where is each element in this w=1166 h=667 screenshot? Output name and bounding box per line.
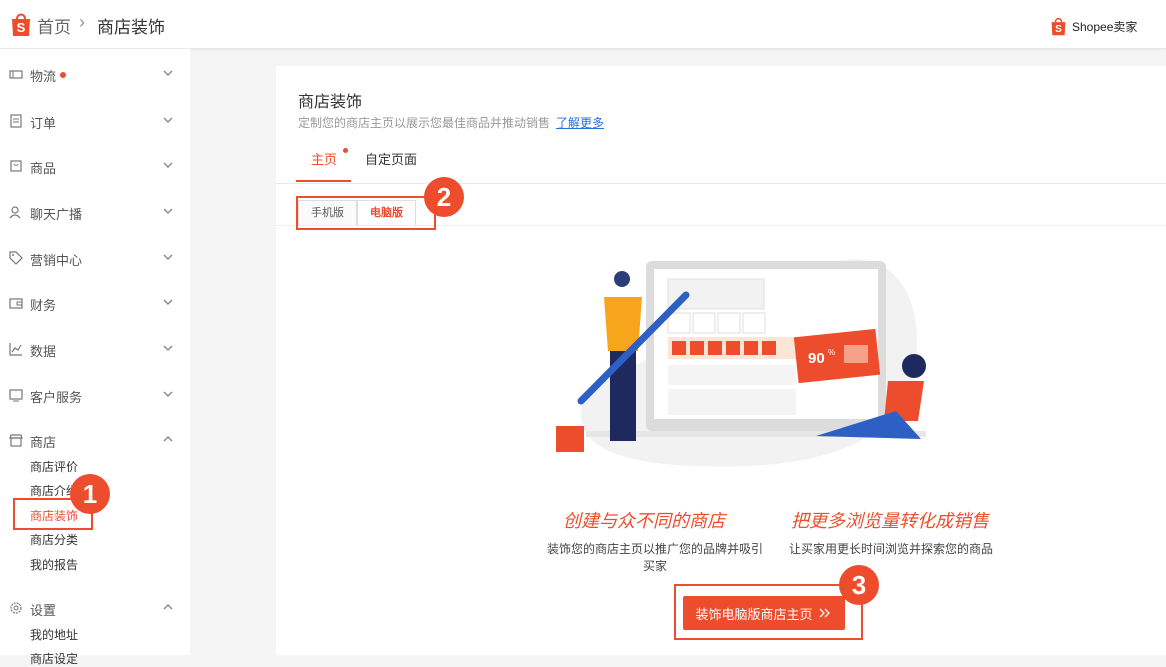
feature-desc-line: 装饰您的商店主页以推广您的品牌并吸引 — [546, 542, 763, 556]
truck-icon — [9, 70, 23, 79]
sidebar-subitem-shop-settings[interactable]: 商店设定 — [30, 650, 78, 667]
svg-text:S: S — [17, 20, 26, 35]
sidebar-item-products[interactable]: 商品 — [0, 155, 190, 179]
chevron-down-icon — [163, 254, 173, 260]
feature-title-convert-sales: 把更多浏览量转化成销售 — [791, 511, 989, 531]
sidebar-item-label: 设置 — [30, 603, 57, 618]
sidebar-subitem-shop-rating[interactable]: 商店评价 — [30, 458, 78, 475]
sidebar-item-chat-broadcast[interactable]: 聊天广播 — [0, 201, 190, 225]
chart-icon — [9, 343, 22, 356]
sidebar-item-finance[interactable]: 财务 — [0, 292, 190, 316]
step-badge-3: 3 — [839, 565, 879, 605]
feature-desc-line: 买家 — [642, 559, 667, 573]
sidebar-item-label: 订单 — [30, 116, 57, 131]
shop-decoration-illustration: 90 % — [556, 259, 926, 467]
chevron-up-icon — [163, 436, 173, 442]
breadcrumb-home[interactable]: 首页 — [37, 13, 71, 38]
service-icon — [9, 389, 23, 402]
sidebar-item-label: 客户服务 — [30, 390, 83, 405]
seller-name: Shopee卖家 — [1072, 19, 1138, 34]
chat-icon — [9, 206, 21, 219]
sidebar-item-label: 物流 — [30, 69, 57, 84]
discount-unit: % — [828, 348, 835, 357]
highlight-box-2 — [296, 196, 436, 230]
chevron-down-icon — [163, 345, 173, 351]
sidebar-subitem-my-address[interactable]: 我的地址 — [30, 626, 78, 643]
sidebar-item-label: 商品 — [30, 161, 57, 176]
learn-more-link[interactable]: 了解更多 — [556, 116, 604, 130]
chevron-down-icon — [163, 208, 173, 214]
active-tab-indicator — [296, 180, 351, 182]
sidebar-item-marketing[interactable]: 营销中心 — [0, 247, 190, 271]
chevron-down-icon — [163, 299, 173, 305]
step-badge-2: 2 — [424, 177, 464, 217]
notification-dot — [60, 72, 66, 78]
chevron-up-icon — [163, 604, 173, 610]
top-bar: S 首页 › 商店装饰 S Shopee卖家 — [0, 0, 1166, 49]
sidebar-item-customer-service[interactable]: 客户服务 — [0, 384, 190, 408]
sidebar-item-label: 财务 — [30, 298, 57, 313]
feature-title-unique-shop: 创建与众不同的商店 — [563, 511, 725, 531]
product-icon — [10, 160, 22, 172]
sidebar-item-settings[interactable]: 设置 — [0, 597, 190, 621]
description-text: 定制您的商店主页以展示您最佳商品并推动销售 — [298, 116, 551, 130]
shop-decoration-card: 商店装饰 定制您的商店主页以展示您最佳商品并推动销售 了解更多 主页 自定页面 手… — [276, 66, 1166, 655]
tag-icon — [9, 251, 23, 265]
sidebar-item-label: 数据 — [30, 344, 57, 359]
sidebar-subitem-my-report[interactable]: 我的报告 — [30, 556, 78, 573]
notification-dot — [343, 148, 348, 153]
breadcrumb-separator: › — [79, 12, 85, 32]
feature-desc-line: 让买家用更长时间浏览并探索您的商品 — [788, 542, 993, 556]
shopee-logo-icon: S — [1051, 17, 1066, 36]
feature-desc-convert-sales: 让买家用更长时间浏览并探索您的商品 — [771, 541, 1011, 558]
sidebar-item-data[interactable]: 数据 — [0, 338, 190, 362]
sidebar-item-shop[interactable]: 商店 — [0, 429, 190, 453]
svg-text:S: S — [1055, 24, 1062, 35]
order-icon — [10, 114, 22, 128]
sidebar-subitem-shop-category[interactable]: 商店分类 — [30, 531, 78, 548]
page-description: 定制您的商店主页以展示您最佳商品并推动销售 了解更多 — [298, 114, 604, 131]
sidebar-item-label: 商店 — [30, 435, 57, 450]
sidebar-item-label: 营销中心 — [30, 253, 83, 268]
sidebar-item-logistics[interactable]: 物流 — [0, 63, 190, 87]
chevron-down-icon — [163, 70, 173, 76]
sidebar: 物流 订单 商品 聊天广播 营销中心 财务 数据 客户服务 商店 商店评价 商店… — [0, 49, 190, 666]
page-title: 商店装饰 — [298, 94, 363, 111]
tab-custom-page[interactable]: 自定页面 — [365, 149, 417, 168]
wallet-icon — [9, 298, 23, 309]
highlight-box-3 — [674, 584, 863, 640]
tab-bar: 主页 自定页面 — [276, 145, 1166, 184]
feature-desc-unique-shop: 装饰您的商店主页以推广您的品牌并吸引 买家 — [526, 541, 784, 575]
breadcrumb-current: 商店装饰 — [97, 18, 165, 37]
tab-home[interactable]: 主页 — [311, 149, 337, 168]
discount-value: 90 — [808, 350, 825, 367]
seller-account[interactable]: S Shopee卖家 — [1050, 16, 1137, 36]
sidebar-item-orders[interactable]: 订单 — [0, 110, 190, 134]
sidebar-item-label: 聊天广播 — [30, 207, 83, 222]
chevron-down-icon — [163, 391, 173, 397]
chevron-down-icon — [163, 162, 173, 168]
shop-icon — [9, 434, 23, 447]
chevron-down-icon — [163, 117, 173, 123]
shopee-logo-icon[interactable]: S — [10, 11, 32, 37]
step-badge-1: 1 — [70, 474, 110, 514]
gear-icon — [10, 602, 22, 614]
